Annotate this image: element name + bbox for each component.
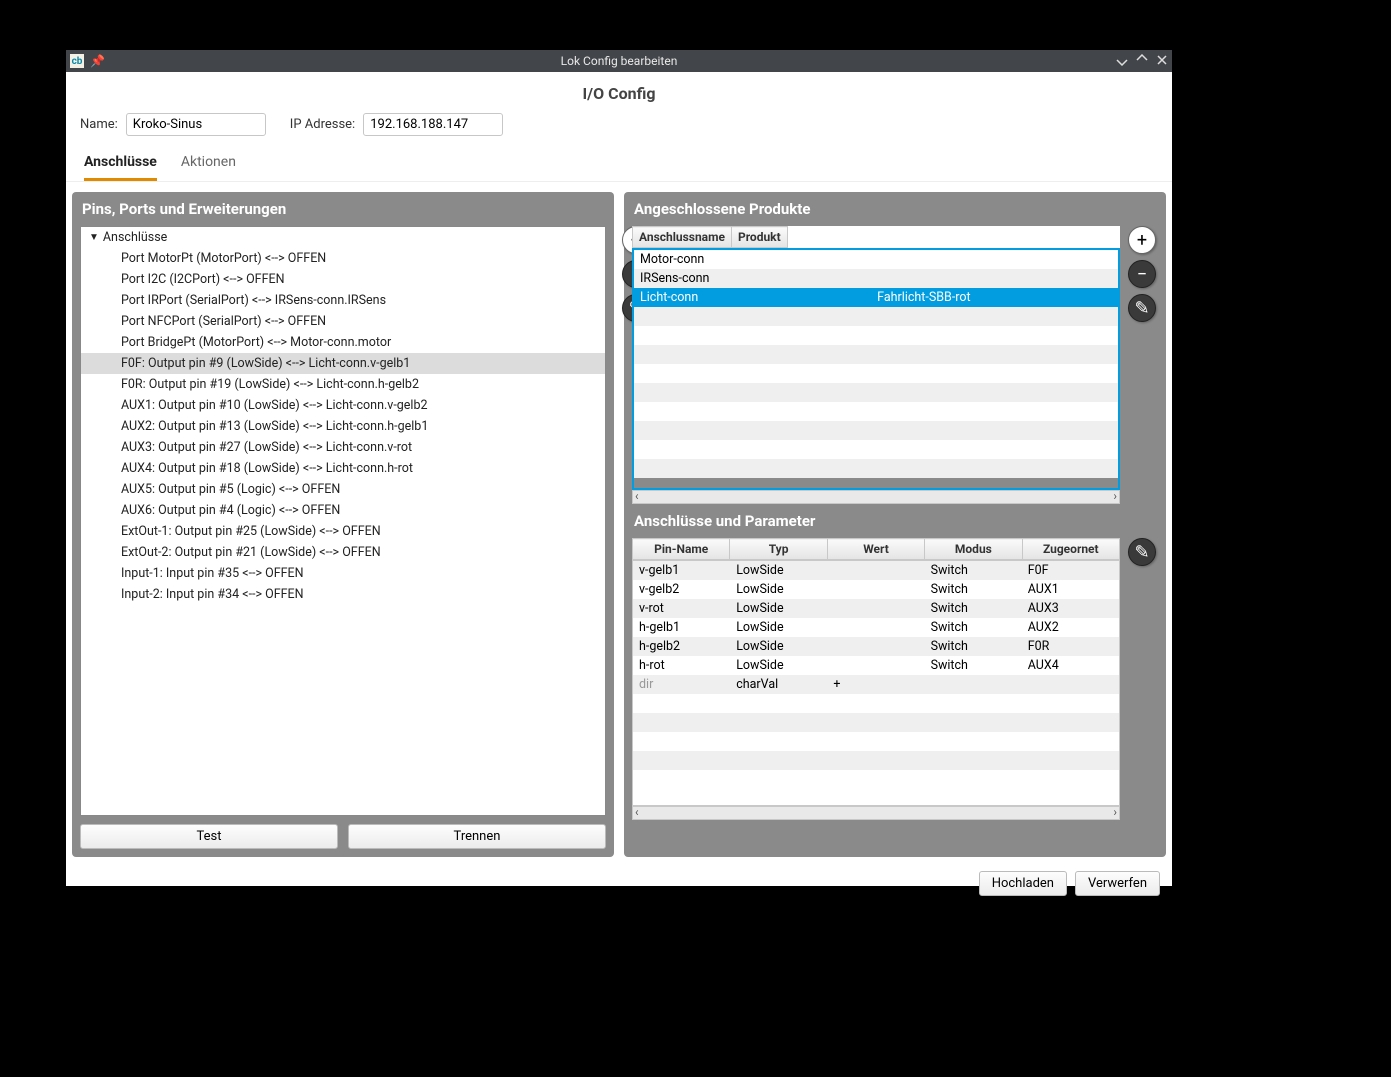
table-row bbox=[633, 694, 1119, 713]
table-row bbox=[634, 421, 1118, 440]
table-row[interactable]: h-gelb2LowSideSwitchF0R bbox=[633, 637, 1119, 656]
right-panel: Angeschlossene Produkte Anschlussname Pr… bbox=[624, 192, 1166, 857]
col-zugeordnet[interactable]: Zugeornet bbox=[1022, 539, 1119, 560]
params-table[interactable]: v-gelb1LowSideSwitchF0Fv-gelb2LowSideSwi… bbox=[632, 560, 1120, 806]
tree-item[interactable]: F0F: Output pin #9 (LowSide) <--> Licht-… bbox=[81, 353, 605, 374]
test-button[interactable]: Test bbox=[80, 824, 338, 849]
hochladen-button[interactable]: Hochladen bbox=[979, 871, 1067, 896]
table-row[interactable]: v-rotLowSideSwitchAUX3 bbox=[633, 599, 1119, 618]
plus-icon: + bbox=[1137, 230, 1147, 251]
tree-item[interactable]: AUX6: Output pin #4 (Logic) <--> OFFEN bbox=[81, 500, 605, 521]
table-row[interactable]: Motor-conn bbox=[634, 250, 1118, 269]
window-title: Lok Config bearbeiten bbox=[561, 54, 678, 68]
ip-label: IP Adresse: bbox=[290, 117, 355, 132]
tree-item[interactable]: Port MotorPt (MotorPort) <--> OFFEN bbox=[81, 248, 605, 269]
remove-product-button[interactable]: − bbox=[1128, 260, 1156, 288]
table-row[interactable]: h-rotLowSideSwitchAUX4 bbox=[633, 656, 1119, 675]
table-row bbox=[634, 383, 1118, 402]
tree-item[interactable]: Input-1: Input pin #35 <--> OFFEN bbox=[81, 563, 605, 584]
tree-item[interactable]: Port I2C (I2CPort) <--> OFFEN bbox=[81, 269, 605, 290]
table-row[interactable]: v-gelb1LowSideSwitchF0F bbox=[633, 561, 1119, 580]
tree-item[interactable]: Port IRPort (SerialPort) <--> IRSens-con… bbox=[81, 290, 605, 311]
table-row bbox=[633, 732, 1119, 751]
tree-item[interactable]: AUX2: Output pin #13 (LowSide) <--> Lich… bbox=[81, 416, 605, 437]
tree-item[interactable]: AUX1: Output pin #10 (LowSide) <--> Lich… bbox=[81, 395, 605, 416]
tab-bar: Anschlüsse Aktionen bbox=[66, 150, 1172, 182]
products-title: Angeschlossene Produkte bbox=[624, 192, 1166, 226]
tree-item[interactable]: F0R: Output pin #19 (LowSide) <--> Licht… bbox=[81, 374, 605, 395]
tab-aktionen[interactable]: Aktionen bbox=[181, 150, 236, 181]
tree-item[interactable]: Input-2: Input pin #34 <--> OFFEN bbox=[81, 584, 605, 605]
pin-icon[interactable]: 📌 bbox=[90, 54, 105, 68]
table-row[interactable]: Licht-connFahrlicht-SBB-rot bbox=[634, 288, 1118, 307]
tree-item[interactable]: Port NFCPort (SerialPort) <--> OFFEN bbox=[81, 311, 605, 332]
tree-item[interactable]: ExtOut-1: Output pin #25 (LowSide) <--> … bbox=[81, 521, 605, 542]
app-icon: cb bbox=[70, 54, 84, 68]
table-row[interactable]: v-gelb2LowSideSwitchAUX1 bbox=[633, 580, 1119, 599]
table-row bbox=[633, 751, 1119, 770]
col-pin-name[interactable]: Pin-Name bbox=[633, 539, 730, 560]
chevron-down-icon[interactable]: ▼ bbox=[89, 232, 99, 243]
tree-root[interactable]: ▼ Anschlüsse bbox=[81, 227, 605, 248]
tree-item[interactable]: AUX5: Output pin #5 (Logic) <--> OFFEN bbox=[81, 479, 605, 500]
titlebar: cb 📌 Lok Config bearbeiten bbox=[66, 50, 1172, 72]
tree-item[interactable]: AUX3: Output pin #27 (LowSide) <--> Lich… bbox=[81, 437, 605, 458]
tree-view[interactable]: ▼ Anschlüsse Port MotorPt (MotorPort) <-… bbox=[80, 226, 606, 816]
maximize-icon[interactable] bbox=[1136, 54, 1148, 69]
add-product-button[interactable]: + bbox=[1128, 226, 1156, 254]
table-row bbox=[634, 440, 1118, 459]
trennen-button[interactable]: Trennen bbox=[348, 824, 606, 849]
params-header: Pin-Name Typ Wert Modus Zugeornet bbox=[632, 538, 1120, 560]
params-title: Anschlüsse und Parameter bbox=[624, 504, 1166, 538]
table-row[interactable]: IRSens-conn bbox=[634, 269, 1118, 288]
col-typ[interactable]: Typ bbox=[730, 539, 827, 560]
verwerfen-button[interactable]: Verwerfen bbox=[1075, 871, 1160, 896]
app-window: cb 📌 Lok Config bearbeiten I/O Config Na… bbox=[66, 50, 1172, 886]
ip-input[interactable] bbox=[363, 113, 503, 136]
edit-product-button[interactable]: ✎ bbox=[1128, 294, 1156, 322]
pins-ports-panel: Pins, Ports und Erweiterungen ▼ Anschlüs… bbox=[72, 192, 614, 857]
table-row bbox=[634, 326, 1118, 345]
name-input[interactable] bbox=[126, 113, 266, 136]
tab-anschluesse[interactable]: Anschlüsse bbox=[84, 150, 157, 181]
products-hscroll[interactable] bbox=[632, 490, 1120, 504]
table-row[interactable]: h-gelb1LowSideSwitchAUX2 bbox=[633, 618, 1119, 637]
table-row bbox=[634, 345, 1118, 364]
tree-item[interactable]: AUX4: Output pin #18 (LowSide) <--> Lich… bbox=[81, 458, 605, 479]
pins-ports-title: Pins, Ports und Erweiterungen bbox=[72, 192, 614, 226]
edit-param-button[interactable]: ✎ bbox=[1128, 538, 1156, 566]
table-row[interactable]: dircharVal+ bbox=[633, 675, 1119, 694]
table-row bbox=[634, 459, 1118, 478]
tree-root-label: Anschlüsse bbox=[103, 230, 167, 245]
products-table[interactable]: Motor-connIRSens-connLicht-connFahrlicht… bbox=[632, 248, 1120, 490]
edit-icon: ✎ bbox=[1134, 542, 1149, 563]
col-produkt[interactable]: Produkt bbox=[731, 227, 787, 248]
minus-icon: − bbox=[1137, 264, 1147, 285]
col-modus[interactable]: Modus bbox=[925, 539, 1022, 560]
name-label: Name: bbox=[80, 117, 118, 132]
tree-item[interactable]: ExtOut-2: Output pin #21 (LowSide) <--> … bbox=[81, 542, 605, 563]
table-row bbox=[633, 713, 1119, 732]
minimize-icon[interactable] bbox=[1116, 54, 1128, 69]
table-row bbox=[634, 402, 1118, 421]
table-row bbox=[634, 307, 1118, 326]
edit-icon: ✎ bbox=[1134, 298, 1149, 319]
page-title: I/O Config bbox=[66, 80, 1172, 113]
table-row bbox=[634, 364, 1118, 383]
col-anschlussname[interactable]: Anschlussname bbox=[633, 227, 732, 248]
tree-item[interactable]: Port BridgePt (MotorPort) <--> Motor-con… bbox=[81, 332, 605, 353]
products-header: Anschlussname Produkt bbox=[632, 226, 1120, 248]
col-wert[interactable]: Wert bbox=[827, 539, 924, 560]
close-icon[interactable] bbox=[1156, 54, 1168, 69]
table-row bbox=[633, 770, 1119, 789]
params-hscroll[interactable] bbox=[632, 806, 1120, 820]
